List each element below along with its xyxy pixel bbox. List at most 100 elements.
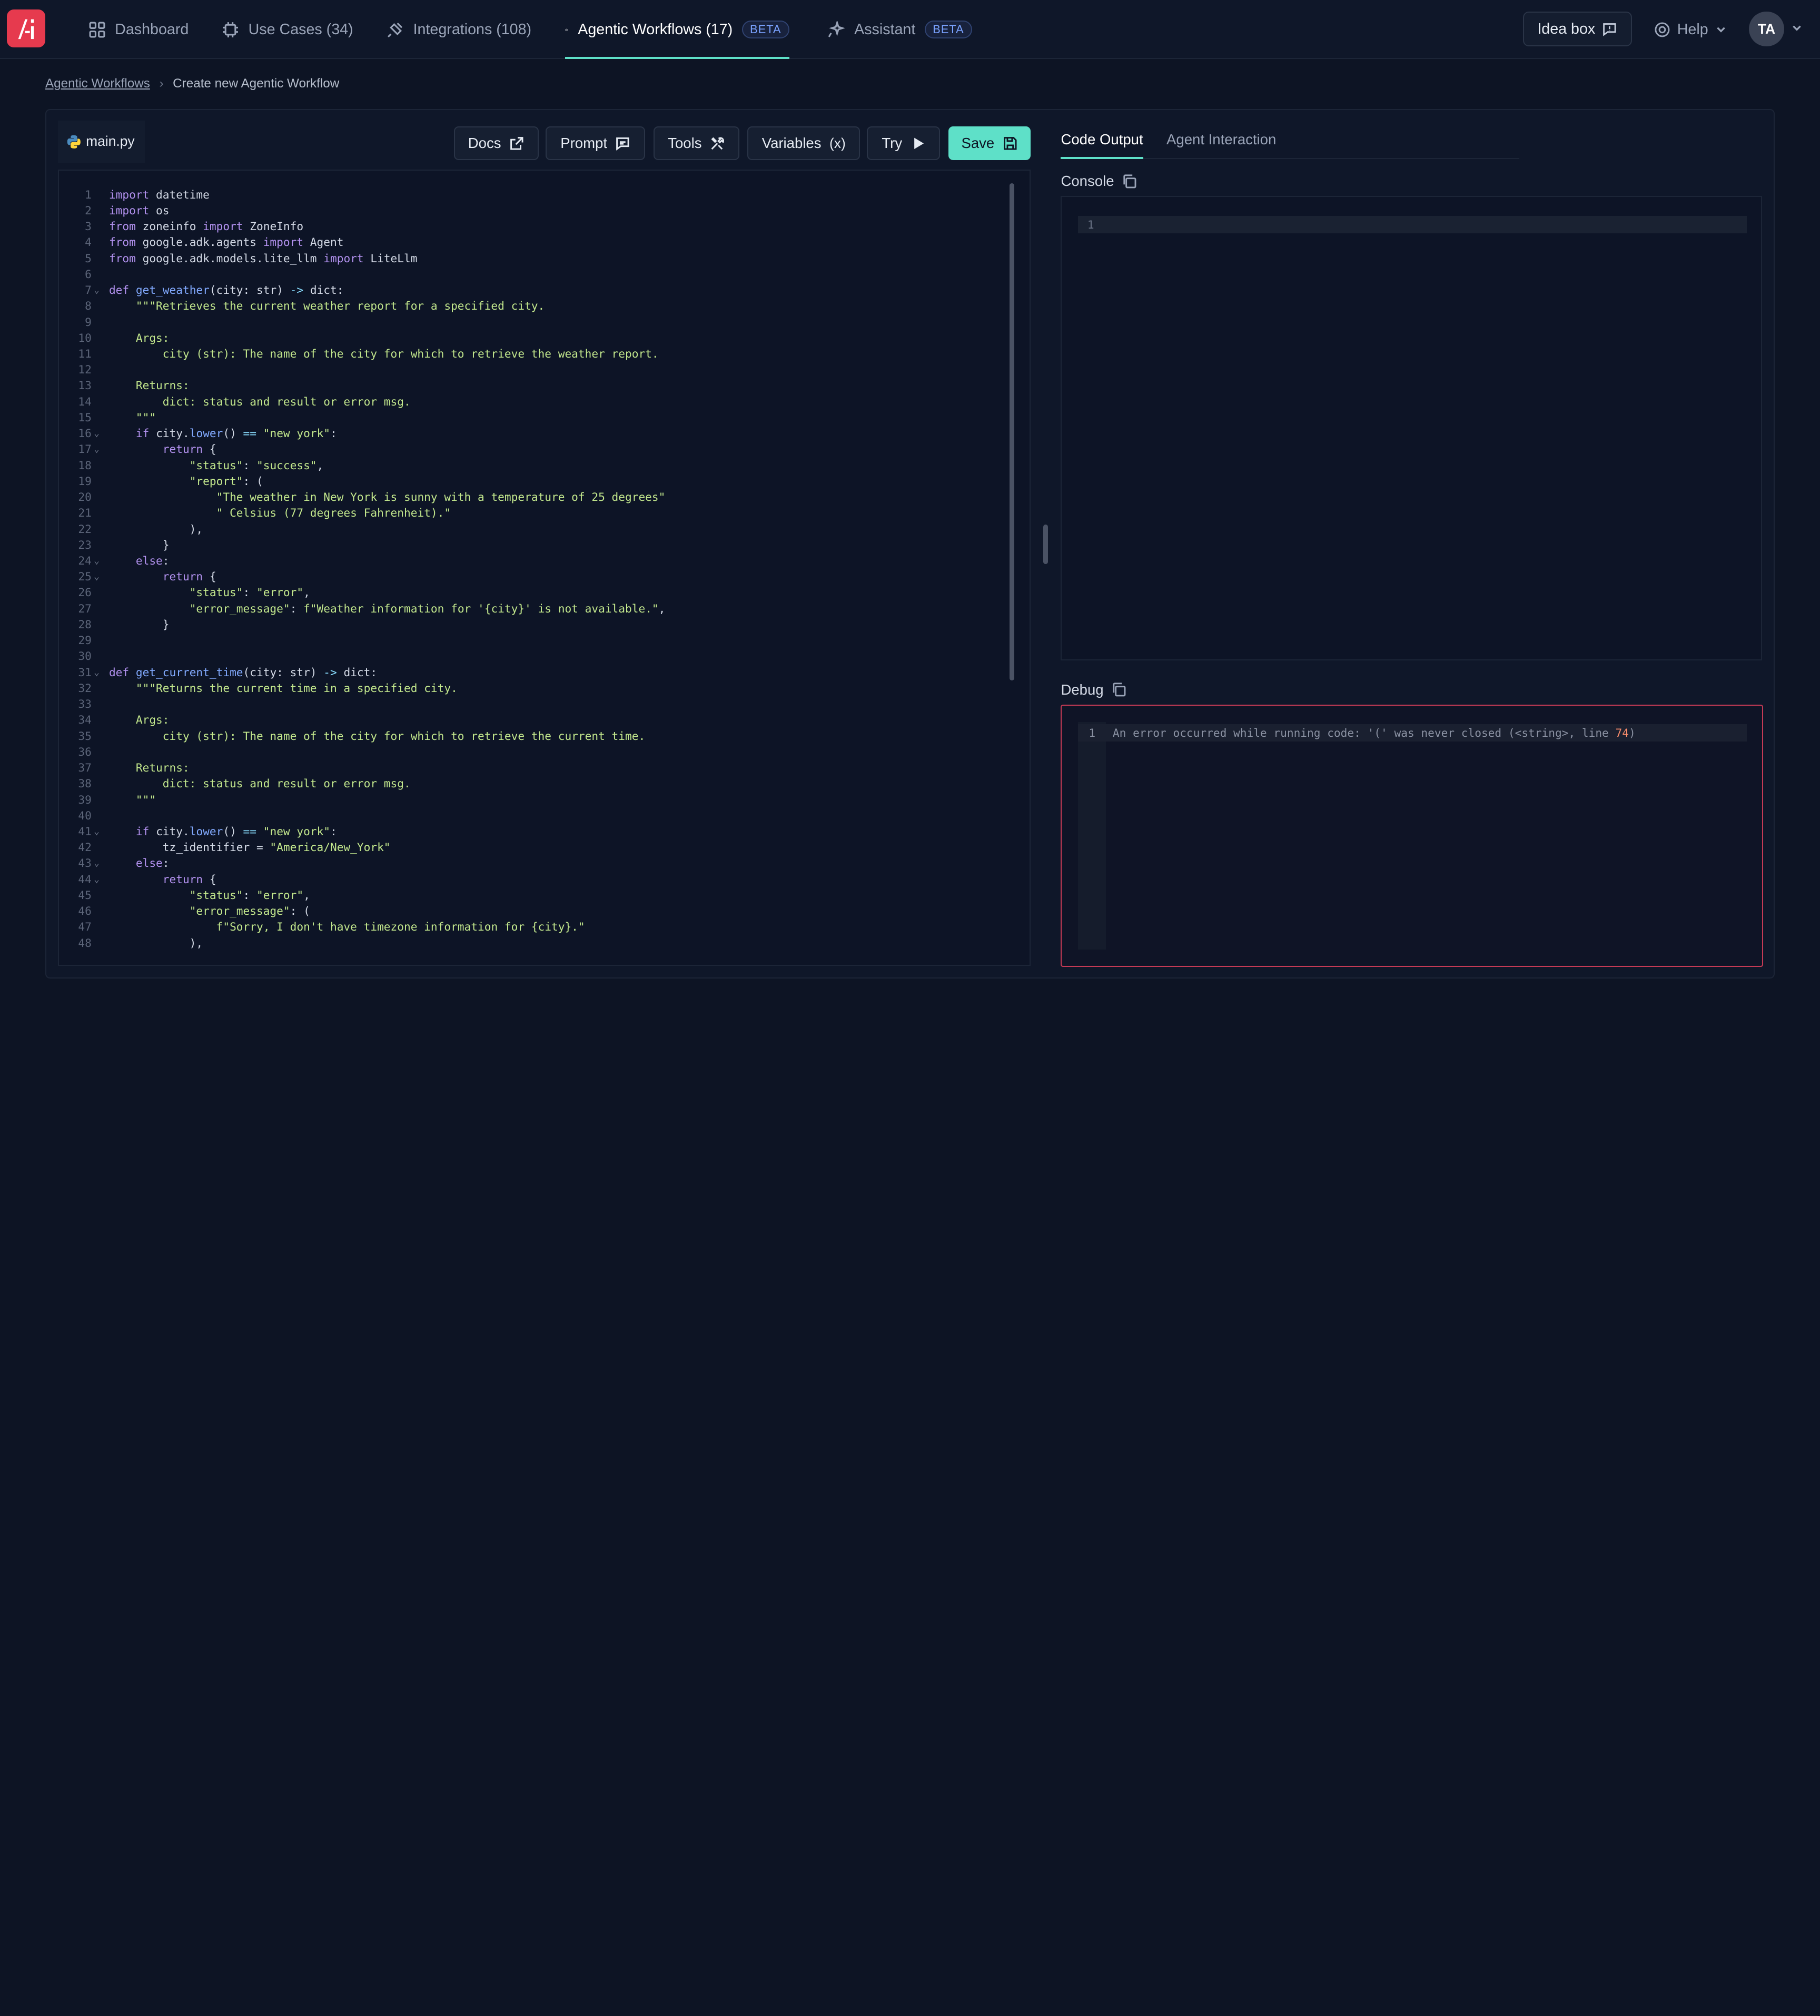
sparkle-icon	[828, 21, 845, 37]
code-line: 48 ),	[59, 935, 1011, 951]
line-number: 44	[78, 872, 92, 886]
fold-chevron-icon[interactable]: ⌄	[94, 824, 100, 839]
tab-use-cases[interactable]: Use Cases (34)	[222, 0, 353, 59]
beta-badge: BETA	[741, 20, 789, 39]
fold-chevron-icon[interactable]: ⌄	[94, 855, 100, 871]
line-text: """	[108, 410, 156, 424]
code-line: 39 """	[59, 792, 1011, 808]
feedback-icon	[1603, 23, 1616, 36]
lifebuoy-icon	[1655, 22, 1670, 37]
console-output[interactable]: 1	[1061, 196, 1762, 661]
fold-chevron-icon[interactable]: ⌄	[94, 426, 100, 441]
line-number: 38	[78, 777, 92, 790]
fold-chevron-icon[interactable]: ⌄	[94, 553, 100, 569]
code-line: 9	[59, 314, 1011, 330]
line-number: 21	[78, 506, 92, 520]
copy-icon[interactable]	[1111, 681, 1127, 698]
line-number: 24	[78, 554, 92, 568]
code-line: 27 "error_message": f"Weather informatio…	[59, 601, 1011, 617]
breadcrumb-parent-link[interactable]: Agentic Workflows	[45, 76, 150, 91]
code-line: 35 city (str): The name of the city for …	[59, 728, 1011, 744]
breadcrumb-current: Create new Agentic Workflow	[173, 76, 340, 91]
idea-box-button[interactable]: Idea box	[1522, 12, 1632, 47]
line-number: 30	[78, 649, 92, 663]
variables-button[interactable]: Variables (x)	[747, 126, 860, 161]
line-number: 11	[78, 347, 92, 360]
line-number: 13	[78, 379, 92, 392]
line-number: 18	[78, 458, 92, 472]
tab-dashboard[interactable]: Dashboard	[88, 0, 189, 59]
code-line: 47 f"Sorry, I don't have timezone inform…	[59, 919, 1011, 935]
line-text: from zoneinfo import ZoneInfo	[108, 220, 304, 233]
code-line: 1 import datetime	[59, 187, 1011, 203]
line-number: 34	[78, 713, 92, 727]
debug-output[interactable]: 1 An error occurred while running code: …	[1061, 704, 1763, 967]
docs-label: Docs	[468, 135, 501, 152]
try-button[interactable]: Try	[867, 126, 941, 161]
debug-gutter	[1078, 722, 1106, 950]
line-number: 25	[78, 570, 92, 584]
line-number: 28	[78, 617, 92, 631]
line-text: if city.lower() == "new york":	[135, 427, 337, 440]
code-line: 21 " Celsius (77 degrees Fahrenheit)."	[59, 505, 1011, 521]
code-line: 41 ⌄ if city.lower() == "new york":	[59, 824, 1011, 839]
tab-assistant[interactable]: Assistant BETA	[827, 0, 972, 59]
tab-agentic-workflows[interactable]: Agentic Workflows (17) BETA	[565, 0, 789, 60]
app-logo[interactable]	[7, 9, 45, 48]
code-line: 12	[59, 362, 1011, 378]
code-line: 25 ⌄ return {	[59, 569, 1011, 585]
line-text: """Returns the current time in a specifi…	[108, 681, 458, 695]
file-tab-main-py[interactable]: main.py	[58, 121, 145, 163]
code-line: 22 ),	[59, 521, 1011, 537]
tab-integrations[interactable]: Integrations (108)	[387, 0, 531, 59]
code-line: 4 from google.adk.agents import Agent	[59, 234, 1011, 250]
debug-label: Debug	[1061, 681, 1104, 698]
code-line: 32 """Returns the current time in a spec…	[59, 680, 1011, 696]
fold-chevron-icon[interactable]: ⌄	[94, 569, 100, 585]
line-number: 27	[78, 601, 92, 615]
fold-chevron-icon[interactable]: ⌄	[94, 441, 100, 457]
breadcrumb: Agentic Workflows › Create new Agentic W…	[45, 76, 339, 91]
help-menu[interactable]: Help	[1654, 0, 1727, 59]
panel-resize-handle[interactable]	[1043, 525, 1049, 565]
code-line: 43 ⌄ else:	[59, 855, 1011, 871]
prompt-button[interactable]: Prompt	[545, 126, 646, 161]
tools-icon	[711, 137, 724, 150]
line-text: Returns:	[108, 761, 190, 775]
idea-box-label: Idea box	[1537, 20, 1596, 37]
tools-button[interactable]: Tools	[653, 126, 739, 161]
save-button[interactable]: Save	[948, 126, 1031, 161]
floppy-disk-icon	[1003, 137, 1017, 150]
avatar[interactable]: TA	[1749, 12, 1784, 47]
tab-dashboard-label: Dashboard	[115, 21, 189, 38]
fold-chevron-icon[interactable]: ⌄	[94, 872, 100, 887]
editor-scrollbar[interactable]	[1010, 183, 1015, 680]
chip-icon	[223, 22, 238, 37]
tab-code-output[interactable]: Code Output	[1061, 131, 1143, 148]
line-text: from google.adk.agents import Agent	[108, 235, 344, 249]
tools-label: Tools	[668, 135, 702, 152]
code-line: 23 }	[59, 537, 1011, 553]
code-line: 33	[59, 696, 1011, 712]
tab-agent-interaction[interactable]: Agent Interaction	[1166, 131, 1276, 148]
tab-integrations-label: Integrations (108)	[413, 21, 532, 38]
copy-icon[interactable]	[1121, 173, 1138, 190]
chevron-down-icon[interactable]	[1791, 22, 1803, 34]
line-text: "status": "error",	[189, 888, 310, 902]
line-number: 40	[78, 808, 92, 822]
fold-chevron-icon[interactable]: ⌄	[94, 665, 100, 680]
fold-chevron-icon[interactable]: ⌄	[94, 282, 100, 298]
line-text: }	[108, 617, 170, 631]
line-text: "error_message": (	[189, 904, 310, 918]
try-label: Try	[882, 135, 903, 152]
code-line: 14 dict: status and result or error msg.	[59, 394, 1011, 410]
code-line: 30	[59, 648, 1011, 664]
line-number: 15	[78, 410, 92, 424]
code-editor[interactable]: 1 import datetime 2 import os 3 from zoneinfo…	[58, 169, 1031, 966]
code-line: 19 "report": (	[59, 473, 1011, 489]
docs-button[interactable]: Docs	[453, 126, 539, 161]
line-text: """Retrieves the current weather report …	[108, 299, 545, 313]
app-page: Dashboard Use Cases (34) Integrations (1…	[0, 0, 1820, 1007]
file-tab-label: main.py	[86, 133, 135, 150]
code-line: 40	[59, 808, 1011, 824]
